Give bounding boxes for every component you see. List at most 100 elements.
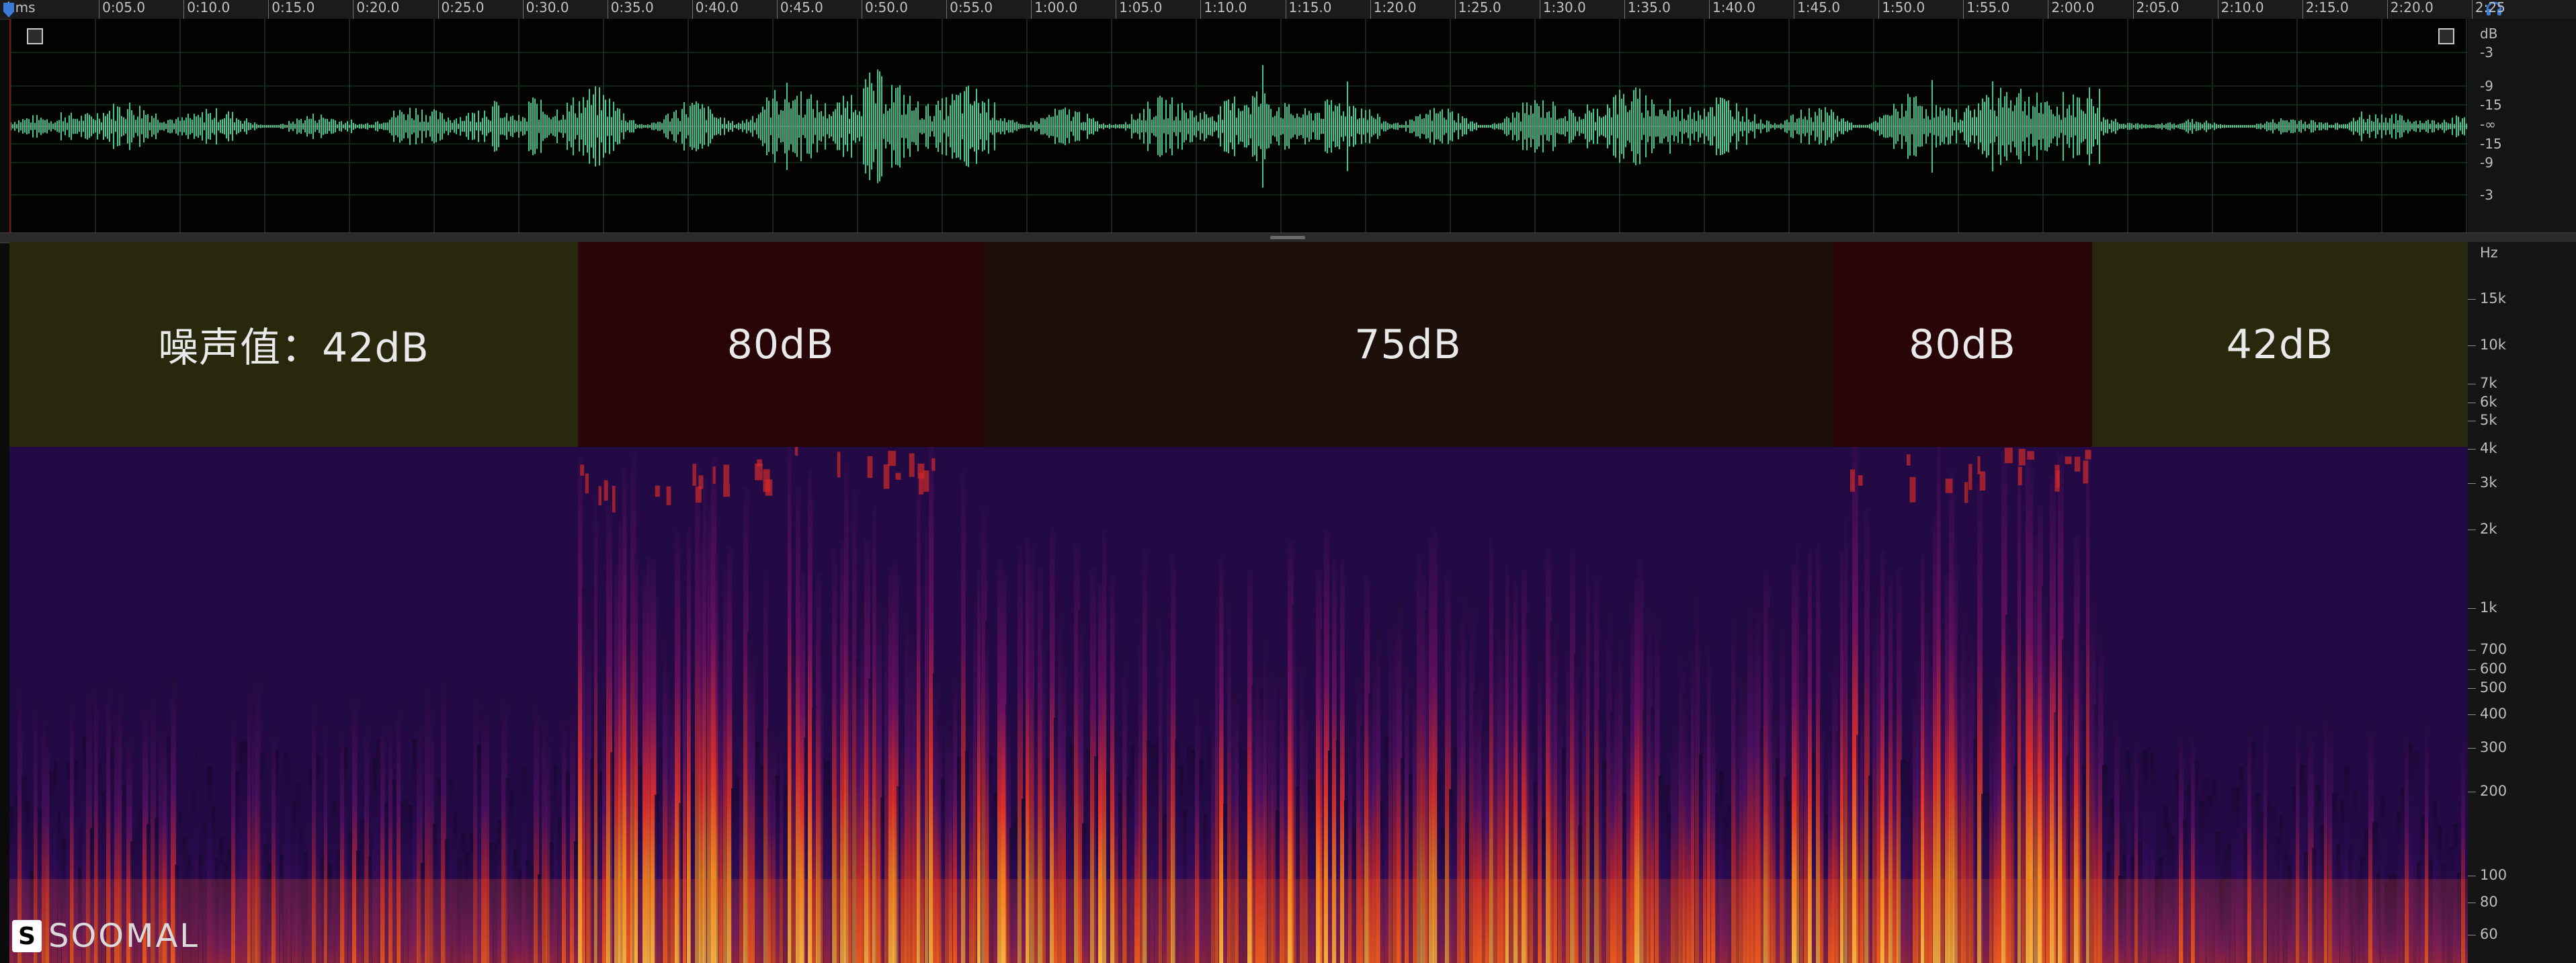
ruler-tick-label: 1:50.0 (1882, 0, 1925, 15)
ruler-tick: 0:15.0 (268, 0, 315, 19)
ruler-tick-label: 0:25.0 (441, 0, 485, 15)
db-scale-label: -15 (2480, 97, 2502, 113)
ruler-tick-label: 2:00.0 (2051, 0, 2095, 15)
noise-band-label: 80dB (726, 321, 835, 368)
hz-label: 80 (2480, 894, 2498, 910)
ruler-tick: 1:50.0 (1878, 0, 1925, 19)
ruler-tick-label: 0:15.0 (272, 0, 315, 15)
hz-label: 300 (2480, 739, 2507, 755)
ruler-tick-label: 2:05.0 (2136, 0, 2179, 15)
hz-tick (2468, 650, 2476, 651)
ruler-tick-label: 0:50.0 (865, 0, 908, 15)
noise-band: 80dB (1833, 242, 2092, 447)
hz-label: 60 (2480, 926, 2498, 942)
hz-tick (2468, 483, 2476, 484)
time-ruler[interactable]: hms 0:05.0 0:10.0 0:15.0 0:20.0 0:25.0 0:30.0… (0, 0, 2576, 19)
db-scale-label: -9 (2480, 78, 2493, 94)
ruler-tick-label: 2:15.0 (2305, 0, 2349, 15)
ruler-tick: 0:40.0 (692, 0, 739, 19)
hz-label: 7k (2480, 375, 2497, 391)
noise-band-label: 噪声值：42dB (158, 325, 429, 372)
db-scale-label: -9 (2480, 155, 2493, 171)
hz-tick (2468, 669, 2476, 670)
hz-tick (2468, 449, 2476, 450)
hz-label: 400 (2480, 706, 2507, 722)
db-scale-label: -3 (2480, 187, 2493, 203)
hz-label: 15k (2480, 290, 2506, 306)
hz-label: 6k (2480, 394, 2497, 410)
ruler-tick-label: 1:45.0 (1797, 0, 1841, 15)
hz-label: 1k (2480, 599, 2497, 616)
db-scale-label: -3 (2480, 44, 2493, 60)
ruler-tick-label: 1:00.0 (1034, 0, 1078, 15)
spectrogram-panel[interactable]: 噪声值：42dB 80dB 75dB 80dB 42dB (9, 242, 2468, 963)
hz-tick (2468, 608, 2476, 609)
ruler-tick-label: 2:25 (2475, 0, 2505, 15)
hz-label: 4k (2480, 440, 2497, 456)
noise-band: 80dB (578, 242, 983, 447)
ruler-tick-label: 2:20.0 (2390, 0, 2434, 15)
watermark: S SOOMAL (12, 917, 200, 955)
db-scale-label: -15 (2480, 136, 2502, 152)
ruler-tick: 2:25 (2471, 0, 2505, 19)
waveform-display (11, 19, 2469, 233)
ruler-tick: 1:35.0 (1624, 0, 1671, 19)
db-scale: dB -3 -9 -15 -∞ -15 -9 -3 (2468, 19, 2576, 233)
ruler-tick-label: 0:20.0 (356, 0, 400, 15)
noise-band-label: 42dB (2226, 321, 2334, 368)
ruler-tick: 0:10.0 (183, 0, 230, 19)
noise-band: 75dB (983, 242, 1833, 447)
frequency-scale: Hz 15k 10k 7k 6k 5k 4k 3k 2k 1k 700 600 500 400 300 20… (2468, 242, 2576, 963)
ruler-tick: 0:25.0 (438, 0, 485, 19)
ruler-tick: 1:10.0 (1200, 0, 1247, 19)
zoom-corner-icon[interactable] (2438, 28, 2454, 44)
ruler-tick-label: 0:30.0 (526, 0, 569, 15)
ruler-tick-label: 1:40.0 (1712, 0, 1755, 15)
hz-tick (2468, 748, 2476, 749)
ruler-tick-label: 0:45.0 (780, 0, 823, 15)
noise-band: 42dB (2092, 242, 2468, 447)
hz-label: 2k (2480, 521, 2497, 537)
ruler-tick: 0:45.0 (776, 0, 823, 19)
ruler-tick-label: 0:05.0 (102, 0, 146, 15)
ruler-tick-label: 0:35.0 (610, 0, 654, 15)
noise-band: 噪声值：42dB (9, 242, 578, 447)
ruler-tick: 0:20.0 (353, 0, 399, 19)
splitter-grip-icon[interactable] (1270, 236, 1305, 239)
ruler-tick: 2:20.0 (2386, 0, 2434, 19)
zoom-corner-icon[interactable] (27, 28, 43, 44)
ruler-tick: 1:55.0 (1963, 0, 2009, 19)
ruler-tick: 1:25.0 (1454, 0, 1501, 19)
ruler-tick: 2:05.0 (2132, 0, 2179, 19)
hz-tick (2468, 299, 2476, 300)
ruler-tick-label: 0:40.0 (695, 0, 739, 15)
ruler-tick-label: 1:35.0 (1627, 0, 1671, 15)
noise-band-label: 75dB (1354, 321, 1462, 368)
ruler-tick-label: 2:10.0 (2220, 0, 2264, 15)
ruler-tick: 0:30.0 (522, 0, 569, 19)
db-unit-label: dB (2480, 26, 2498, 42)
soomal-logo-icon: S (12, 920, 42, 952)
db-scale-label: -∞ (2480, 116, 2496, 132)
hz-label: 200 (2480, 783, 2507, 799)
ruler-tick-label: 0:55.0 (950, 0, 993, 15)
waveform-panel[interactable] (9, 19, 2469, 233)
hz-label: 10k (2480, 337, 2506, 353)
noise-band-label: 80dB (1909, 321, 2016, 368)
ruler-tick: 1:00.0 (1031, 0, 1077, 19)
hz-label: 5k (2480, 412, 2497, 428)
hz-tick (2468, 345, 2476, 346)
ruler-tick-label: 1:25.0 (1458, 0, 1501, 15)
hz-label: 600 (2480, 661, 2507, 677)
ruler-tick-label: 1:30.0 (1542, 0, 1586, 15)
hz-tick (2468, 714, 2476, 715)
ruler-tick: 1:40.0 (1709, 0, 1755, 19)
ruler-tick: 2:15.0 (2302, 0, 2349, 19)
ruler-tick-label: 0:10.0 (187, 0, 231, 15)
hz-label: 700 (2480, 641, 2507, 657)
hz-label: 3k (2480, 474, 2497, 491)
ruler-tick-label: 1:05.0 (1119, 0, 1163, 15)
hz-label: 100 (2480, 867, 2507, 883)
ruler-tick-label: 1:15.0 (1288, 0, 1332, 15)
ruler-tick: 1:20.0 (1370, 0, 1417, 19)
